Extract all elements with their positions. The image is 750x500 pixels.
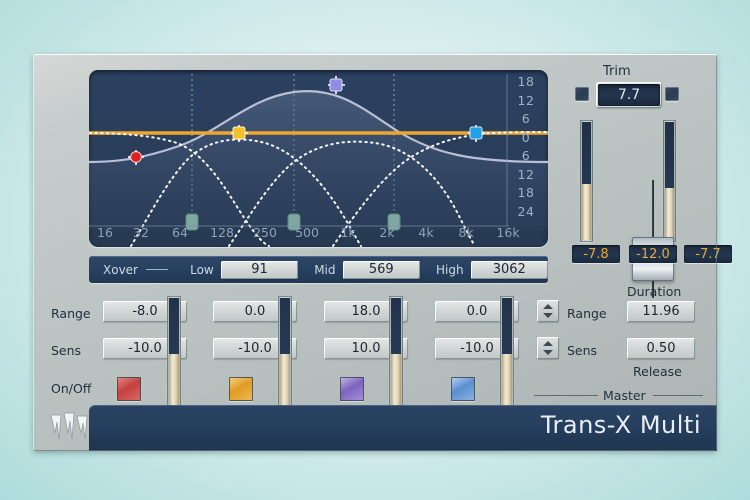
x-tick: 16k (496, 225, 520, 240)
trim-title: Trim (603, 64, 631, 79)
band4-handle[interactable] (468, 125, 485, 142)
band1-gain-slider[interactable] (167, 296, 181, 408)
band1-slider-fill (169, 354, 179, 406)
x-tick: 16 (97, 225, 113, 240)
band4-slider-fill (502, 354, 512, 406)
y-tick: 6 (521, 148, 531, 163)
release-label: Release (633, 364, 682, 379)
band3-handle[interactable] (328, 76, 345, 94)
duration-input[interactable]: 11.96 (627, 301, 695, 322)
xover-low-label: Low (190, 262, 214, 277)
input-meter-right (663, 120, 676, 242)
y-tick: 0 (521, 129, 531, 145)
band4-onoff-button[interactable] (451, 377, 475, 401)
xover-high-label: High (435, 262, 464, 277)
meter-right-value: -7.7 (684, 245, 732, 263)
frequency-response-graph[interactable]: 18 12 6 0 6 12 18 24 16 32 64 128 250 50… (89, 70, 548, 247)
band2-onoff-button[interactable] (229, 377, 253, 401)
y-tick: 18 (517, 185, 535, 200)
trim-display[interactable]: 7.7 (596, 82, 662, 108)
chevron-up-icon (543, 341, 553, 346)
plugin-screenshot: 18 12 6 0 6 12 18 24 16 32 64 128 250 50… (0, 0, 750, 500)
trim-value: 7.7 (598, 84, 660, 106)
y-tick: 12 (517, 166, 535, 182)
plugin-window: 18 12 6 0 6 12 18 24 16 32 64 128 250 50… (33, 54, 732, 451)
xover-mid-input[interactable]: 569 (342, 260, 420, 279)
range-stepper[interactable] (537, 300, 559, 322)
trim-right-button[interactable] (665, 87, 679, 101)
x-tick: 32 (133, 225, 149, 240)
x-tick: 4k (418, 225, 434, 240)
band1-onoff-button[interactable] (117, 377, 141, 401)
crossover-strip: Xover Low 91 Mid 569 High 3062 (89, 256, 549, 283)
band4-gain-slider[interactable] (500, 296, 514, 408)
x-tick: 250 (253, 225, 277, 240)
x-tick: 128 (210, 225, 234, 240)
chevron-up-icon (543, 304, 553, 309)
master-fader-value: -12.0 (629, 245, 677, 263)
master-trim-fader[interactable] (632, 180, 674, 298)
trim-left-button[interactable] (575, 87, 589, 101)
xover-low-input[interactable]: 91 (220, 260, 299, 279)
y-tick: 18 (517, 74, 535, 89)
master-rule-right (653, 395, 703, 396)
chevron-down-icon (543, 313, 553, 318)
sens-row-label: Sens (51, 343, 82, 358)
band2-gain-slider[interactable] (278, 296, 292, 408)
xover-mid-label: Mid (314, 262, 336, 277)
xover-divider (145, 269, 169, 270)
band3-gain-slider[interactable] (389, 296, 403, 408)
x-tick: 1k (340, 225, 356, 240)
footer-bar: Trans-X Multi (89, 405, 717, 451)
graph-y-axis: 18 12 6 0 6 12 18 24 (508, 74, 544, 242)
x-tick: 2k (379, 225, 395, 240)
graph-canvas (89, 74, 548, 247)
x-tick: 64 (172, 225, 188, 240)
master-rule-left (534, 395, 598, 396)
xover-high-input[interactable]: 3062 (470, 260, 549, 279)
meter-left-fill (582, 183, 591, 240)
stepper-sens-label: Sens (567, 343, 598, 358)
y-tick: 12 (517, 92, 535, 108)
xover-title: Xover (103, 262, 138, 277)
range-row-label: Range (51, 306, 91, 321)
sens-stepper[interactable] (537, 337, 559, 359)
x-tick: 8k (458, 225, 474, 240)
meter-right-fill (665, 187, 674, 240)
band3-slider-fill (391, 354, 401, 406)
response-curve-fill (89, 91, 548, 230)
onoff-row-label: On/Off (51, 381, 92, 396)
master-label: Master (603, 388, 646, 403)
graph-x-axis: 16 32 64 128 250 500 1k 2k 4k 8k 16k (89, 225, 548, 245)
release-input[interactable]: 0.50 (627, 338, 695, 359)
chevron-down-icon (543, 350, 553, 355)
plugin-brand-title: Trans-X Multi (540, 411, 701, 439)
x-tick: 500 (295, 225, 319, 240)
meter-left-value: -7.8 (572, 245, 620, 263)
duration-label: Duration (627, 284, 682, 299)
input-meter-left (580, 120, 593, 242)
band3-onoff-button[interactable] (340, 377, 364, 401)
band2-slider-fill (280, 354, 290, 406)
stepper-range-label: Range (567, 306, 607, 321)
y-tick: 6 (521, 111, 531, 126)
y-tick: 24 (517, 203, 535, 219)
transient-spikes-logo-icon (50, 412, 88, 440)
